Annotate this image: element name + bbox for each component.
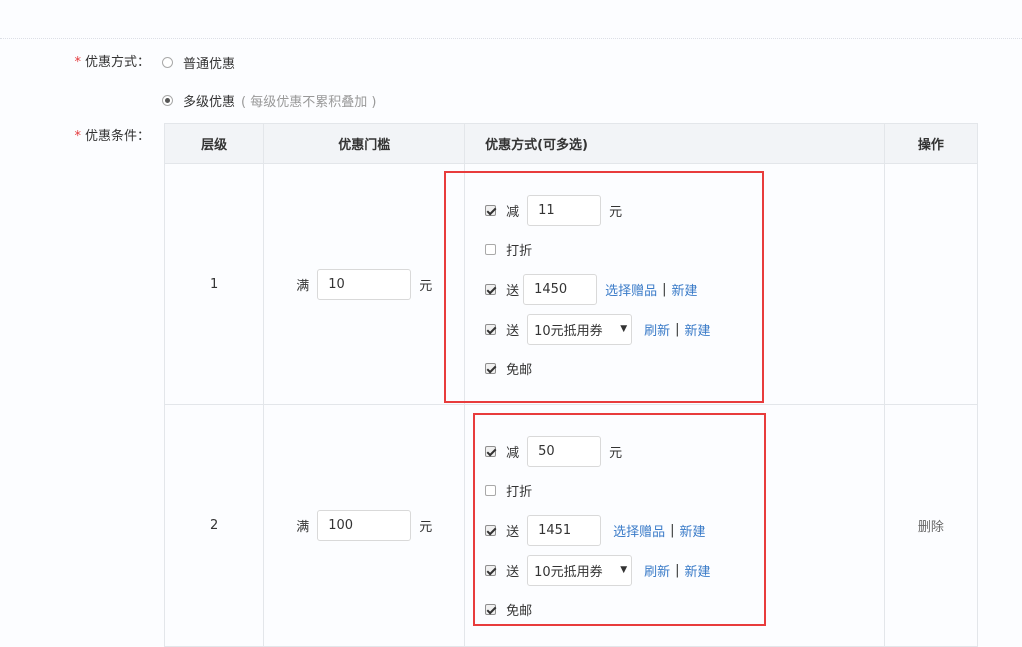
gift-links: 选择赠品 | 新建 xyxy=(613,521,705,540)
table-row: 1 满 元 减 元 xyxy=(163,163,979,405)
method-coupon: 送 10元抵用券 ▼ 刷新 | 新建 xyxy=(485,550,884,590)
reduce-label: 减 xyxy=(506,204,520,220)
caret-down-icon: ▼ xyxy=(620,324,628,334)
header-threshold: 优惠门槛 xyxy=(263,123,466,164)
reduce-amount-input[interactable] xyxy=(527,194,602,226)
method-reduce: 减 元 xyxy=(485,190,884,230)
gift-links: 选择赠品 | 新建 xyxy=(605,280,697,299)
coupon-links: 刷新 | 新建 xyxy=(644,561,710,580)
reduce-checkbox[interactable] xyxy=(485,445,497,457)
gift-checkbox[interactable] xyxy=(485,524,497,536)
free-shipping-label: 免邮 xyxy=(506,363,533,378)
method-list: 减 元 打折 送 选择赠品 | xyxy=(465,164,884,388)
table-header-row: 层级 优惠门槛 优惠方式(可多选) 操作 xyxy=(163,123,979,164)
refresh-coupon-link[interactable]: 刷新 xyxy=(644,320,670,339)
coupon-select[interactable]: 10元抵用券 ▼ xyxy=(527,554,633,586)
method-discount: 打折 xyxy=(485,230,884,269)
threshold-prefix: 满 xyxy=(296,278,310,294)
threshold-unit: 元 xyxy=(419,278,433,294)
free-shipping-checkbox[interactable] xyxy=(485,363,497,374)
coupon-checkbox[interactable] xyxy=(485,564,497,576)
link-separator: | xyxy=(670,522,675,538)
gift-input[interactable] xyxy=(523,273,598,305)
new-coupon-link[interactable]: 新建 xyxy=(685,320,711,339)
tier-ops-cell xyxy=(883,163,979,405)
gift-input[interactable] xyxy=(527,514,602,546)
discount-checkbox[interactable] xyxy=(485,244,497,255)
radio-label-multi: 多级优惠 xyxy=(183,95,236,110)
method-free-shipping: 免邮 xyxy=(485,590,884,629)
radio-button[interactable] xyxy=(162,57,173,68)
link-separator: | xyxy=(662,281,667,297)
tier-methods-cell: 减 元 打折 送 选择赠品 | xyxy=(444,163,885,405)
header-methods: 优惠方式(可多选) xyxy=(464,123,885,164)
coupon-links: 刷新 | 新建 xyxy=(644,320,710,339)
coupon-select[interactable]: 10元抵用券 ▼ xyxy=(527,313,633,345)
select-gift-link[interactable]: 选择赠品 xyxy=(613,521,665,540)
coupon-label: 送 xyxy=(506,564,520,580)
gift-checkbox[interactable] xyxy=(485,283,497,295)
discount-checkbox[interactable] xyxy=(485,485,497,496)
tier-rules-table: 层级 优惠门槛 优惠方式(可多选) 操作 1 满 元 减 xyxy=(163,123,979,647)
tier-level: 2 xyxy=(163,404,265,647)
link-separator: | xyxy=(675,321,680,337)
coupon-label: 送 xyxy=(506,323,520,339)
reduce-unit: 元 xyxy=(609,445,623,461)
method-coupon: 送 10元抵用券 ▼ 刷新 | 新建 xyxy=(485,309,884,349)
method-free-shipping: 免邮 xyxy=(485,349,884,388)
refresh-coupon-link[interactable]: 刷新 xyxy=(644,561,670,580)
radio-button-checked[interactable] xyxy=(162,95,173,106)
method-discount: 打折 xyxy=(485,471,884,510)
coupon-select-value: 10元抵用券 xyxy=(534,564,603,580)
discount-condition-label-text: 优惠条件： xyxy=(84,129,150,144)
tier-level: 1 xyxy=(163,163,265,405)
method-gift: 送 选择赠品 | 新建 xyxy=(485,510,884,550)
gift-label: 送 xyxy=(506,524,520,540)
tier-methods-cell: 减 元 打折 送 选择赠品 | xyxy=(464,404,885,647)
select-gift-link[interactable]: 选择赠品 xyxy=(605,280,657,299)
new-gift-link[interactable]: 新建 xyxy=(672,280,698,299)
coupon-checkbox[interactable] xyxy=(485,323,497,335)
threshold-input[interactable] xyxy=(317,510,412,541)
link-separator: | xyxy=(675,562,680,578)
discount-type-label-text: 优惠方式： xyxy=(84,55,150,70)
tier-threshold-cell: 满 元 xyxy=(263,404,466,647)
header-level: 层级 xyxy=(163,123,265,164)
radio-hint-multi: ( 每级优惠不累积叠加 ) xyxy=(241,95,377,110)
discount-type-label: * 优惠方式： xyxy=(0,51,150,70)
radio-multi-level-discount[interactable]: 多级优惠 ( 每级优惠不累积叠加 ) xyxy=(162,91,376,110)
new-gift-link[interactable]: 新建 xyxy=(680,521,706,540)
header-ops: 操作 xyxy=(883,123,979,164)
caret-down-icon: ▼ xyxy=(620,565,628,575)
required-mark: * xyxy=(74,55,81,70)
radio-normal-discount[interactable]: 普通优惠 xyxy=(162,53,235,72)
delete-tier-link[interactable]: 删除 xyxy=(918,520,944,535)
threshold-input[interactable] xyxy=(317,268,412,300)
required-mark: * xyxy=(74,129,81,144)
coupon-select-value: 10元抵用券 xyxy=(534,323,603,339)
reduce-checkbox[interactable] xyxy=(485,204,497,216)
tier-ops-cell: 删除 xyxy=(883,404,979,647)
gift-label: 送 xyxy=(506,283,520,299)
discount-label: 打折 xyxy=(506,485,533,500)
reduce-unit: 元 xyxy=(609,204,623,220)
method-gift: 送 选择赠品 | 新建 xyxy=(485,269,884,309)
new-coupon-link[interactable]: 新建 xyxy=(685,561,711,580)
method-list: 减 元 打折 送 选择赠品 | xyxy=(465,405,884,629)
threshold-prefix: 满 xyxy=(296,520,310,535)
free-shipping-checkbox[interactable] xyxy=(485,604,497,615)
free-shipping-label: 免邮 xyxy=(506,604,533,619)
discount-label: 打折 xyxy=(506,244,533,259)
method-reduce: 减 元 xyxy=(485,431,884,471)
discount-condition-label: * 优惠条件： xyxy=(0,125,150,144)
table-row: 2 满 元 减 元 xyxy=(163,404,979,647)
top-divider xyxy=(0,38,1022,39)
radio-label-normal: 普通优惠 xyxy=(183,57,236,72)
reduce-label: 减 xyxy=(506,445,520,461)
reduce-amount-input[interactable] xyxy=(527,435,602,467)
tier-threshold-cell: 满 元 xyxy=(263,163,466,405)
threshold-unit: 元 xyxy=(419,520,433,535)
